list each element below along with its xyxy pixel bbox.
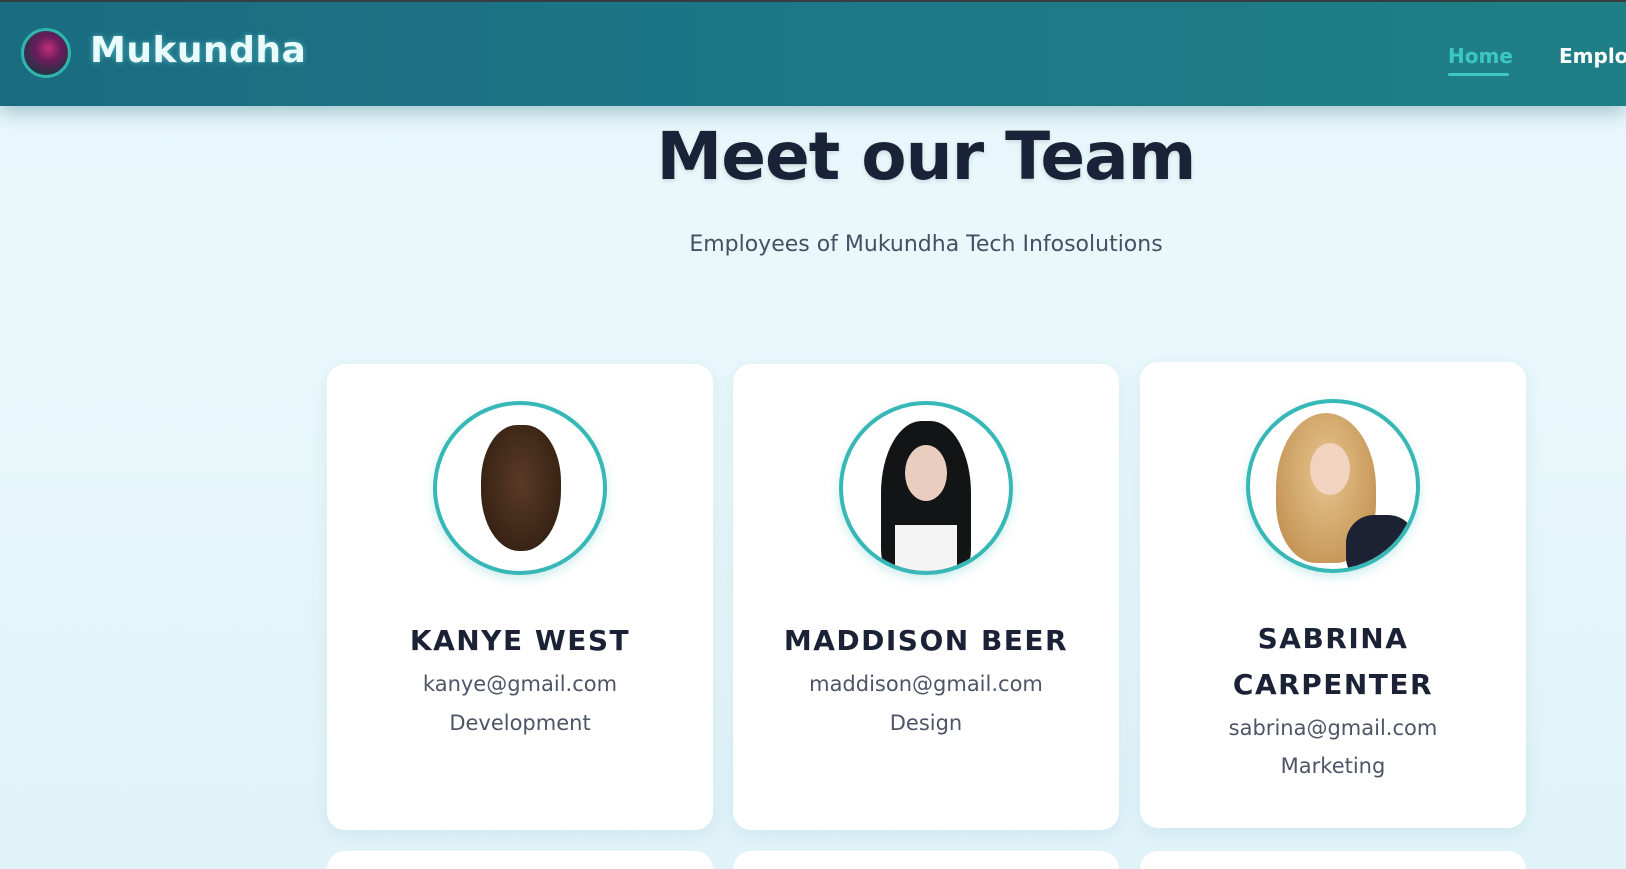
nav-link-employees[interactable]: Emplo — [1559, 44, 1626, 68]
employee-avatar — [433, 401, 607, 575]
brand-logo[interactable] — [21, 28, 71, 78]
employee-name: SABRINA CARPENTER — [1232, 622, 1434, 701]
employee-department: Marketing — [1280, 754, 1386, 778]
team-card: SABRINA CARPENTER sabrina@gmail.com Mark… — [1140, 362, 1526, 828]
team-card-partial — [327, 851, 713, 869]
employee-department: Development — [449, 711, 591, 735]
employee-email: maddison@gmail.com — [809, 672, 1043, 696]
employee-department: Design — [889, 711, 963, 735]
employee-email: kanye@gmail.com — [422, 672, 618, 696]
employee-name: KANYE WEST — [409, 624, 631, 657]
employee-email: sabrina@gmail.com — [1228, 716, 1438, 740]
team-card: KANYE WEST kanye@gmail.com Development — [327, 364, 713, 830]
employee-avatar — [839, 401, 1013, 575]
brand-name[interactable]: Mukundha — [90, 30, 306, 71]
team-card: MADDISON BEER maddison@gmail.com Design — [733, 364, 1119, 830]
page-subtitle: Employees of Mukundha Tech Infosolutions — [689, 232, 1163, 257]
nav-link-home[interactable]: Home — [1448, 44, 1513, 68]
employee-name: MADDISON BEER — [783, 624, 1069, 657]
team-card-partial — [1140, 851, 1526, 869]
employee-avatar — [1246, 399, 1420, 573]
team-card-partial — [733, 851, 1119, 869]
active-nav-indicator — [1448, 73, 1509, 76]
site-header: Mukundha Home Emplo — [0, 2, 1626, 106]
page-title: Meet our Team — [656, 118, 1197, 195]
